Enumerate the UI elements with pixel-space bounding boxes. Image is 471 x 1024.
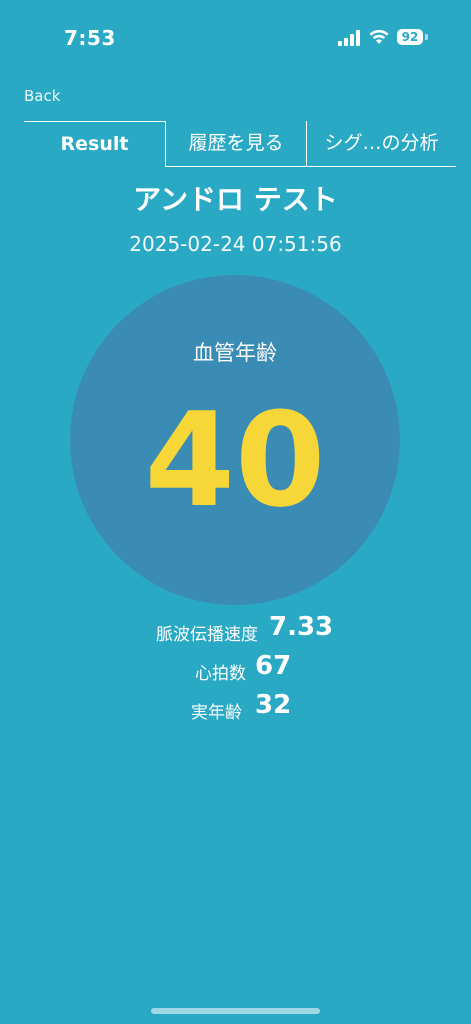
vascular-age-value: 40 bbox=[144, 384, 326, 536]
cellular-signal-icon bbox=[338, 30, 360, 46]
back-button[interactable]: Back bbox=[24, 87, 60, 105]
metric-value-heart-rate: 67 bbox=[255, 651, 292, 681]
status-bar: 7:53 92 bbox=[0, 0, 471, 70]
metric-label-real-age: 実年齢 bbox=[191, 703, 242, 723]
tab-signal-analysis[interactable]: シグ…の分析 bbox=[306, 121, 456, 167]
page-title: アンドロ テスト bbox=[133, 183, 338, 216]
home-indicator[interactable] bbox=[151, 1008, 320, 1014]
battery-cap bbox=[425, 34, 428, 40]
tab-bar: Result 履歴を見る シグ…の分析 bbox=[24, 121, 456, 167]
tab-history[interactable]: 履歴を見る bbox=[165, 121, 306, 167]
battery-level: 92 bbox=[397, 29, 423, 45]
vascular-age-circle: 血管年齢 40 bbox=[70, 275, 400, 605]
metric-row-real-age: 実年齢 32 bbox=[0, 612, 471, 723]
vascular-age-label: 血管年齢 bbox=[193, 341, 277, 365]
battery-icon: 92 bbox=[397, 29, 430, 47]
measurement-timestamp: 2025-02-24 07:51:56 bbox=[129, 232, 342, 256]
metric-value-real-age: 32 bbox=[255, 690, 292, 720]
metric-label-heart-rate: 心拍数 bbox=[195, 664, 246, 684]
wifi-icon bbox=[369, 29, 389, 44]
tab-result[interactable]: Result bbox=[24, 121, 165, 167]
status-time: 7:53 bbox=[64, 26, 116, 50]
